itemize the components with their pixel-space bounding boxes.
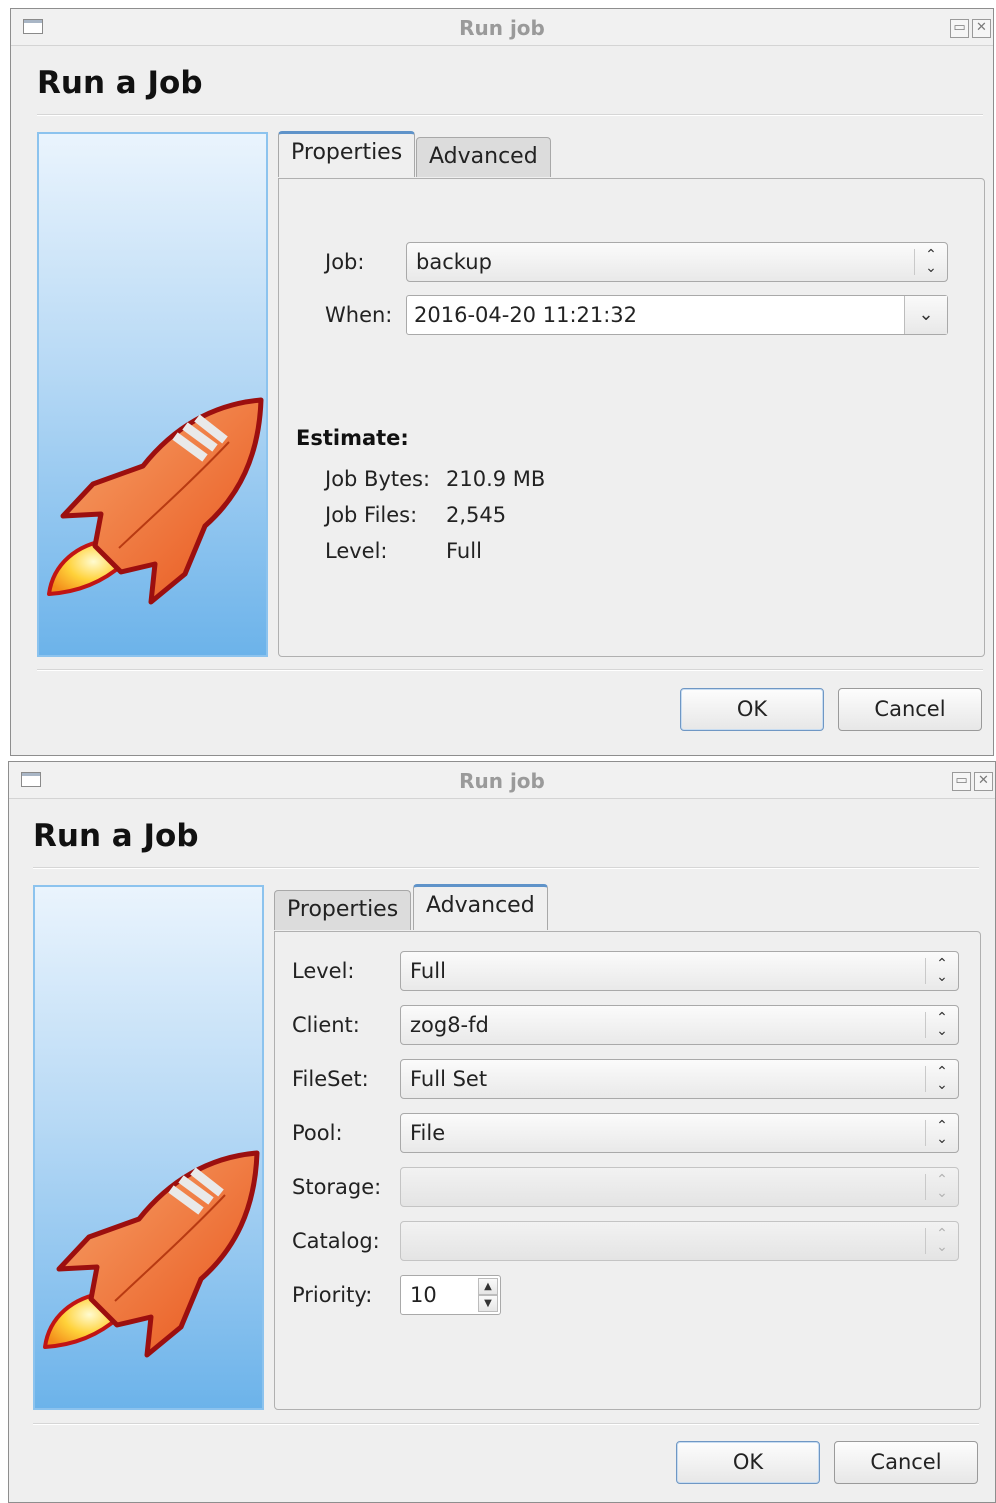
level-value: Full	[410, 959, 446, 983]
priority-value: 10	[410, 1283, 437, 1307]
pool-label: Pool:	[292, 1121, 343, 1145]
rocket-icon	[47, 397, 264, 605]
fileset-combo[interactable]: Full Set ⌃ ⌄	[400, 1059, 959, 1099]
dialog-heading: Run a Job	[37, 65, 203, 101]
pool-combo[interactable]: File ⌃ ⌄	[400, 1113, 959, 1153]
updown-chevron-icon: ⌃ ⌄	[925, 957, 958, 984]
client-value: zog8-fd	[410, 1013, 489, 1037]
when-label: When:	[325, 303, 393, 327]
window-title: Run job	[459, 16, 545, 40]
spin-up-icon[interactable]: ▲	[478, 1278, 498, 1295]
tab-advanced[interactable]: Advanced	[413, 884, 548, 930]
tab-properties[interactable]: Properties	[274, 890, 412, 930]
when-value: 2016-04-20 11:21:32	[414, 303, 638, 327]
updown-chevron-icon: ⌃ ⌄	[925, 1065, 958, 1092]
advanced-panel: Level: Full ⌃ ⌄ Client: zog8-fd ⌃ ⌄ FileSe…	[274, 931, 981, 1410]
client-label: Client:	[292, 1013, 360, 1037]
close-icon[interactable]: ✕	[972, 19, 991, 38]
estimate-level-label: Level:	[325, 539, 388, 563]
heading-separator	[33, 867, 979, 869]
updown-chevron-icon: ⌃ ⌄	[914, 248, 947, 275]
cancel-button[interactable]: Cancel	[834, 1441, 978, 1484]
buttons-separator	[33, 1423, 979, 1425]
storage-combo: ⌃ ⌄	[400, 1167, 959, 1207]
priority-label: Priority:	[292, 1283, 373, 1307]
tab-advanced[interactable]: Advanced	[416, 137, 551, 177]
dialog-heading: Run a Job	[33, 818, 199, 854]
title-bar[interactable]: Run job ▭ ✕	[9, 762, 995, 799]
cancel-button[interactable]: Cancel	[838, 688, 982, 731]
catalog-combo: ⌃ ⌄	[400, 1221, 959, 1261]
storage-label: Storage:	[292, 1175, 382, 1199]
window-title: Run job	[459, 769, 545, 793]
fileset-label: FileSet:	[292, 1067, 369, 1091]
title-bar[interactable]: Run job ▭ ✕	[11, 9, 993, 46]
estimate-level-value: Full	[446, 539, 482, 563]
job-files-label: Job Files:	[325, 503, 418, 527]
priority-spinbox[interactable]: 10 ▲ ▼	[400, 1275, 501, 1315]
run-job-dialog-advanced: Run job ▭ ✕ Run a Job Properties Advance…	[8, 761, 996, 1503]
catalog-label: Catalog:	[292, 1229, 380, 1253]
job-bytes-value: 210.9 MB	[446, 467, 546, 491]
job-combo[interactable]: backup ⌃ ⌄	[406, 242, 948, 282]
job-value: backup	[416, 250, 492, 274]
ok-button[interactable]: OK	[680, 688, 824, 731]
job-label: Job:	[325, 250, 365, 274]
ok-button[interactable]: OK	[676, 1441, 820, 1484]
run-job-dialog-properties: Run job ▭ ✕ Run a Job Properties Advance…	[10, 8, 994, 756]
job-files-value: 2,545	[446, 503, 507, 527]
spin-down-icon[interactable]: ▼	[478, 1295, 498, 1312]
job-bytes-label: Job Bytes:	[325, 467, 431, 491]
rocket-banner	[33, 885, 264, 1410]
close-icon[interactable]: ✕	[974, 772, 993, 791]
tab-properties[interactable]: Properties	[278, 131, 416, 177]
rocket-icon	[43, 1150, 260, 1358]
updown-chevron-icon: ⌃ ⌄	[925, 1173, 958, 1200]
client-combo[interactable]: zog8-fd ⌃ ⌄	[400, 1005, 959, 1045]
level-label: Level:	[292, 959, 355, 983]
when-datetime-field[interactable]: 2016-04-20 11:21:32 ⌄	[406, 295, 948, 335]
updown-chevron-icon: ⌃ ⌄	[925, 1011, 958, 1038]
properties-panel: Job: backup ⌃ ⌄ When: 2016-04-20 11:21:32…	[278, 178, 985, 657]
rocket-banner	[37, 132, 268, 657]
level-combo[interactable]: Full ⌃ ⌄	[400, 951, 959, 991]
pool-value: File	[410, 1121, 446, 1145]
chevron-down-icon[interactable]: ⌄	[904, 296, 947, 334]
maximize-icon[interactable]: ▭	[952, 772, 971, 791]
updown-chevron-icon: ⌃ ⌄	[925, 1227, 958, 1254]
buttons-separator	[37, 669, 983, 671]
estimate-title: Estimate:	[296, 426, 409, 450]
heading-separator	[37, 114, 983, 116]
fileset-value: Full Set	[410, 1067, 488, 1091]
maximize-icon[interactable]: ▭	[950, 19, 969, 38]
updown-chevron-icon: ⌃ ⌄	[925, 1119, 958, 1146]
